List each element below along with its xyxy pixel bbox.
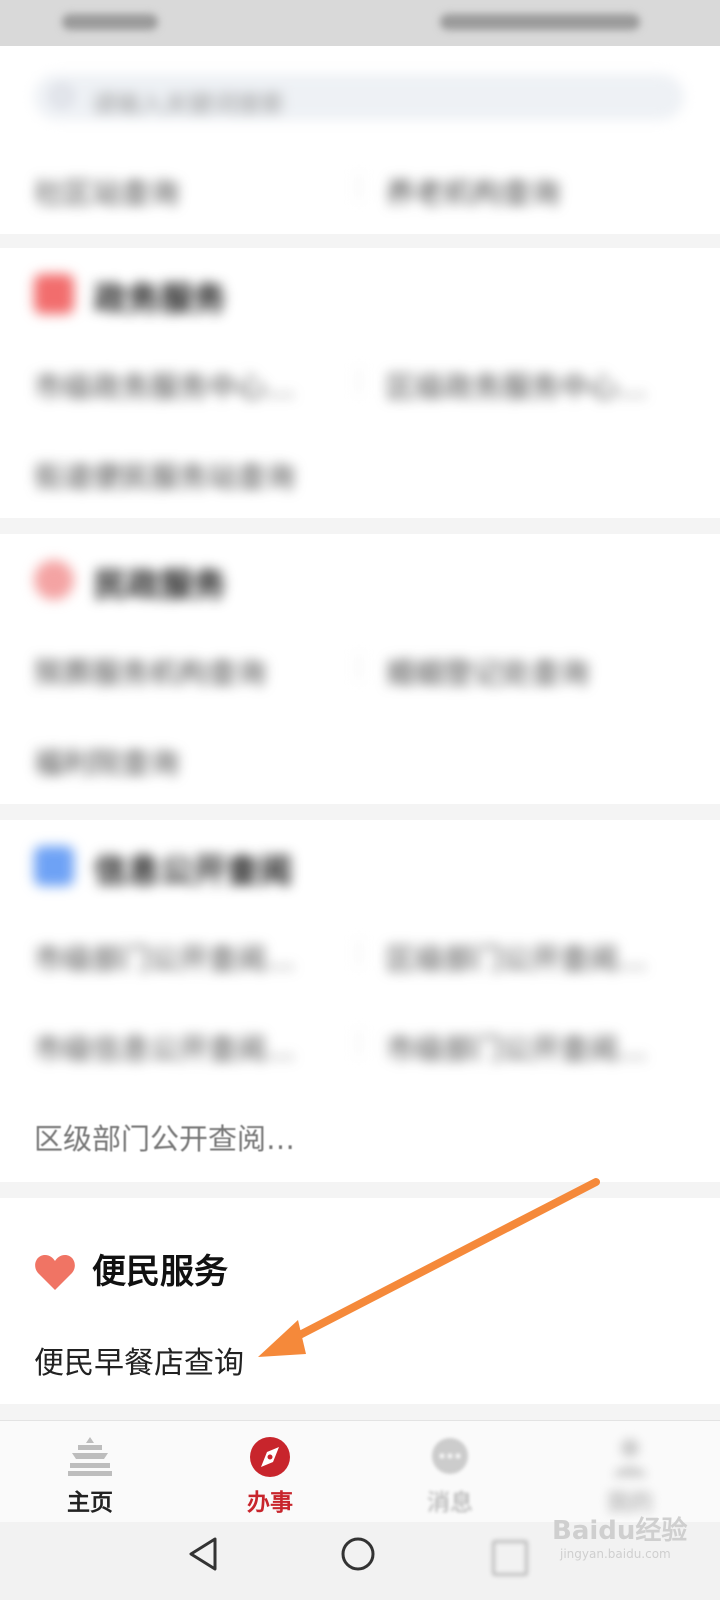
government-icon [34, 274, 74, 314]
status-bar [0, 0, 720, 46]
top-card: 请输入关键词搜索 社区站查询 养老机构查询 [0, 46, 720, 234]
section-info-public: 信息公开查阅 市级部门公开查阅… 区级部门公开查阅… 市级信息公开查阅… 市级部… [0, 820, 720, 1182]
divider [358, 940, 360, 966]
section-title: 信息公开查阅 [94, 851, 292, 890]
list-item[interactable]: 市级部门公开查阅… [386, 1026, 647, 1068]
list-item[interactable]: 区级部门公开查阅… [386, 936, 647, 978]
tab-home[interactable]: 主页 [0, 1421, 180, 1523]
section-title: 民政服务 [94, 565, 226, 604]
tab-messages[interactable]: 消息 [360, 1421, 540, 1523]
convenience-breakfast-item[interactable]: 便民早餐店查询 [34, 1338, 244, 1382]
compass-icon [250, 1437, 290, 1477]
list-item[interactable]: 福利院查询 [34, 740, 179, 782]
back-icon[interactable] [186, 1536, 220, 1572]
temple-icon [68, 1437, 112, 1476]
divider [358, 174, 360, 200]
list-item[interactable]: 婚姻登记处查询 [386, 650, 589, 692]
list-item[interactable]: 社区站查询 [34, 170, 179, 212]
search-placeholder: 请输入关键词搜索 [92, 90, 284, 118]
section-title: 政务服务 [94, 279, 226, 318]
list-item[interactable]: 殡葬服务机构查询 [34, 650, 266, 692]
search-icon [52, 86, 72, 106]
list-item[interactable]: 养老机构查询 [386, 170, 560, 212]
civil-affairs-icon [34, 560, 74, 600]
list-item[interactable]: 区级政务服务中心… [386, 364, 647, 406]
tab-services[interactable]: 办事 [180, 1421, 360, 1523]
heart-icon [35, 1255, 75, 1290]
divider [358, 1030, 360, 1056]
watermark-brand: Baidu经验 [552, 1516, 688, 1546]
tab-label: 办事 [247, 1490, 293, 1516]
list-item[interactable]: 市级信息公开查阅… [34, 1026, 295, 1068]
recent-icon[interactable] [492, 1540, 528, 1576]
divider [358, 368, 360, 394]
home-icon[interactable] [340, 1536, 376, 1572]
divider [358, 654, 360, 680]
list-item[interactable]: 区级部门公开查阅… [34, 1116, 295, 1158]
status-right-indicators [440, 14, 640, 30]
chat-icon [432, 1438, 468, 1474]
tab-label: 主页 [67, 1490, 113, 1516]
bottom-tab-bar: 主页 办事 消息 我的 [0, 1420, 720, 1523]
status-left-indicators [62, 14, 158, 30]
tab-profile[interactable]: 我的 [540, 1421, 720, 1523]
info-public-icon [34, 846, 74, 886]
section-government-services: 政务服务 市级政务服务中心… 区级政务服务中心… 街道便民服务站查询 [0, 248, 720, 518]
list-item[interactable]: 市级部门公开查阅… [34, 936, 295, 978]
watermark-url: jingyan.baidu.com [560, 1547, 671, 1561]
section-civil-affairs: 民政服务 殡葬服务机构查询 婚姻登记处查询 福利院查询 [0, 534, 720, 804]
search-input[interactable]: 请输入关键词搜索 [34, 74, 684, 120]
list-item[interactable]: 街道便民服务站查询 [34, 454, 295, 496]
tab-label: 消息 [427, 1490, 473, 1516]
baidu-watermark: Baidu经验 jingyan.baidu.com [552, 1510, 687, 1561]
person-icon [614, 1439, 646, 1477]
section-title-convenience: 便民服务 [92, 1252, 228, 1292]
list-item[interactable]: 市级政务服务中心… [34, 364, 295, 406]
